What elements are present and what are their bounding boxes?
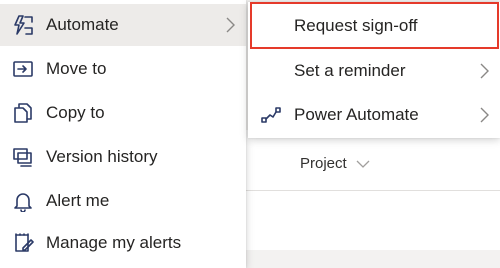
menu-item-label: Automate: [46, 15, 119, 34]
menu-item-label: Copy to: [46, 103, 105, 122]
menu-item-version-history[interactable]: Version history: [0, 136, 246, 178]
move-to-icon: [11, 57, 35, 81]
automate-icon: [11, 13, 35, 37]
header-divider: [242, 190, 500, 191]
chevron-down-icon: [356, 160, 370, 168]
menu-item-copy-to[interactable]: Copy to: [0, 92, 246, 134]
version-history-icon: [11, 145, 35, 169]
submenu-item-label: Power Automate: [294, 105, 419, 124]
automate-submenu: Request sign-off Set a reminder Power Au…: [248, 2, 500, 138]
menu-item-alert-me[interactable]: Alert me: [0, 180, 246, 222]
submenu-item-set-reminder[interactable]: Set a reminder: [248, 50, 500, 92]
menu-item-label: Version history: [46, 147, 158, 166]
chevron-right-icon: [480, 107, 489, 123]
chevron-right-icon: [226, 17, 235, 33]
submenu-item-request-sign-off[interactable]: Request sign-off: [248, 4, 500, 48]
column-header-label: Project: [300, 155, 347, 172]
context-menu: Automate Move to Copy to Version history…: [0, 0, 246, 268]
menu-item-label: Move to: [46, 59, 107, 78]
submenu-item-label: Request sign-off: [294, 16, 418, 35]
submenu-item-label: Set a reminder: [294, 61, 406, 80]
manage-alerts-icon: [11, 231, 35, 255]
submenu-item-power-automate[interactable]: Power Automate: [248, 94, 500, 136]
list-view-backdrop: [242, 130, 500, 250]
menu-item-manage-alerts[interactable]: Manage my alerts: [0, 222, 246, 264]
menu-item-label: Manage my alerts: [46, 233, 182, 252]
menu-item-automate[interactable]: Automate: [0, 4, 246, 46]
bell-icon: [11, 189, 35, 213]
chevron-right-icon: [480, 63, 489, 79]
power-automate-icon: [259, 103, 283, 127]
menu-item-label: Alert me: [46, 191, 110, 210]
column-header-project[interactable]: Project: [300, 155, 371, 172]
menu-item-move-to[interactable]: Move to: [0, 48, 246, 90]
copy-icon: [11, 101, 35, 125]
